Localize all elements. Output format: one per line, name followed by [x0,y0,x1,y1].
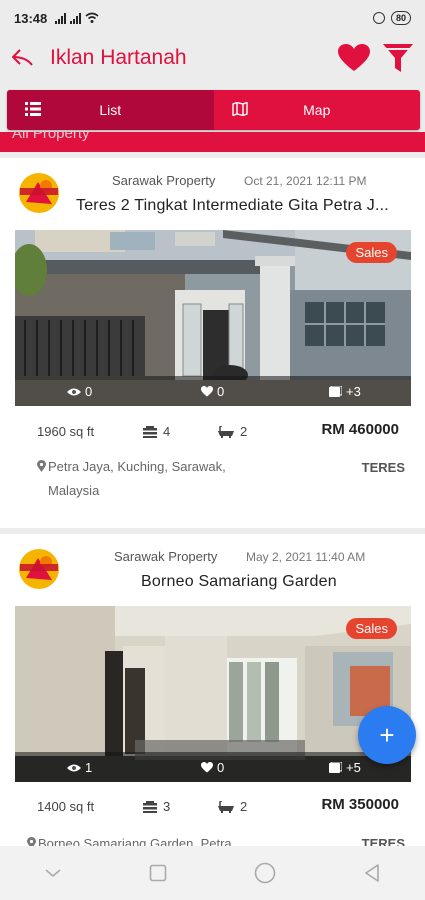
filter-funnel-icon[interactable] [381,41,415,75]
status-time: 13:48 [14,10,48,26]
listing-specs: 1960 sq ft 4 2 RM 460000 [0,420,425,444]
listing-price: RM 460000 [321,421,399,438]
status-bar: 13:48 80 [0,0,425,36]
listing-title: Teres 2 Tingkat Intermediate Gita Petra … [76,197,389,214]
likes-stat: 0 [201,384,224,399]
likes-stat: 0 [201,760,224,775]
photo-stats-bar: 0 0 +3 [15,376,411,406]
view-toggle-tabs: List Map [7,90,420,130]
back-arrow-icon[interactable] [10,47,36,69]
app-screen: 13:48 80 Iklan Hartanah List Map All Pro… [0,0,425,900]
system-nav-bar [0,846,425,900]
area-value: 1400 sq ft [37,799,95,814]
listing-agent: Sarawak Property [112,173,216,188]
page-title: Iklan Hartanah [50,46,187,69]
bath-spec: 2 [218,424,247,439]
area-spec: 1400 sq ft [37,799,94,814]
list-icon [25,102,41,116]
bath-count: 2 [240,424,248,439]
listing-agent: Sarawak Property [114,549,218,564]
signal-icon [55,12,67,24]
heart-small-icon [201,386,213,397]
bath-spec: 2 [218,799,247,814]
back-triangle-icon[interactable] [363,863,381,883]
views-stat: 1 [67,760,92,775]
status-badge: Sales [346,618,397,639]
gallery-icon [329,762,342,773]
listing-date: Oct 21, 2021 12:11 PM [244,174,367,188]
app-bar: Iklan Hartanah [0,36,425,80]
add-listing-button[interactable]: + [358,706,416,764]
location-pin-icon [37,460,46,472]
alarm-icon [372,12,385,24]
photos-stat: +5 [329,760,361,775]
wifi-icon [85,12,99,23]
listing-title: Borneo Samariang Garden [141,573,337,590]
bed-spec: 3 [143,799,170,814]
bathtub-icon [218,425,234,438]
bathtub-icon [218,800,234,813]
agency-logo [19,173,59,213]
category-label: All Property [12,132,90,142]
listing-photo[interactable]: Sales 1 0 +5 [15,606,411,782]
listing-specs: 1400 sq ft 3 2 RM 350000 [0,795,425,819]
listing-card[interactable]: Sarawak Property May 2, 2021 11:40 AM Bo… [0,534,425,854]
bed-icon [143,800,157,813]
photos-count: +5 [346,760,361,775]
listing-photo[interactable]: Sales 0 0 +3 [15,230,411,406]
tab-map[interactable]: Map [214,90,421,130]
signal-icon-2 [70,12,82,24]
bed-icon [143,425,157,438]
eye-icon [67,388,81,395]
eye-icon [67,764,81,771]
photos-stat: +3 [329,384,361,399]
views-stat: 0 [67,384,92,399]
listing-location: Petra Jaya, Kuching, Sarawak, Malaysia [48,459,226,498]
likes-count: 0 [217,760,225,775]
likes-count: 0 [217,384,225,399]
listing-card[interactable]: Sarawak Property Oct 21, 2021 12:11 PM T… [0,158,425,528]
agency-logo [19,549,59,589]
category-header: All Property [0,132,425,152]
listing-price: RM 350000 [321,796,399,813]
status-badge: Sales [346,242,397,263]
heart-small-icon [201,762,213,773]
photos-count: +3 [346,384,361,399]
listing-date: May 2, 2021 11:40 AM [246,550,366,564]
area-spec: 1960 sq ft [37,424,94,439]
chevron-down-icon[interactable] [44,867,62,879]
bed-spec: 4 [143,424,170,439]
views-count: 1 [85,760,93,775]
views-count: 0 [85,384,93,399]
bed-count: 4 [163,424,171,439]
battery-indicator: 80 [390,11,411,25]
heart-icon[interactable] [337,43,371,73]
bath-count: 2 [240,799,248,814]
photo-stats-bar: 1 0 +5 [15,752,411,782]
gallery-icon [329,386,342,397]
bed-count: 3 [163,799,171,814]
area-value: 1960 sq ft [37,424,95,439]
property-type: TERES [361,460,405,475]
home-circle-icon[interactable] [254,862,276,884]
map-icon [231,102,248,116]
recents-square-icon[interactable] [149,864,167,882]
tab-list[interactable]: List [7,90,214,130]
